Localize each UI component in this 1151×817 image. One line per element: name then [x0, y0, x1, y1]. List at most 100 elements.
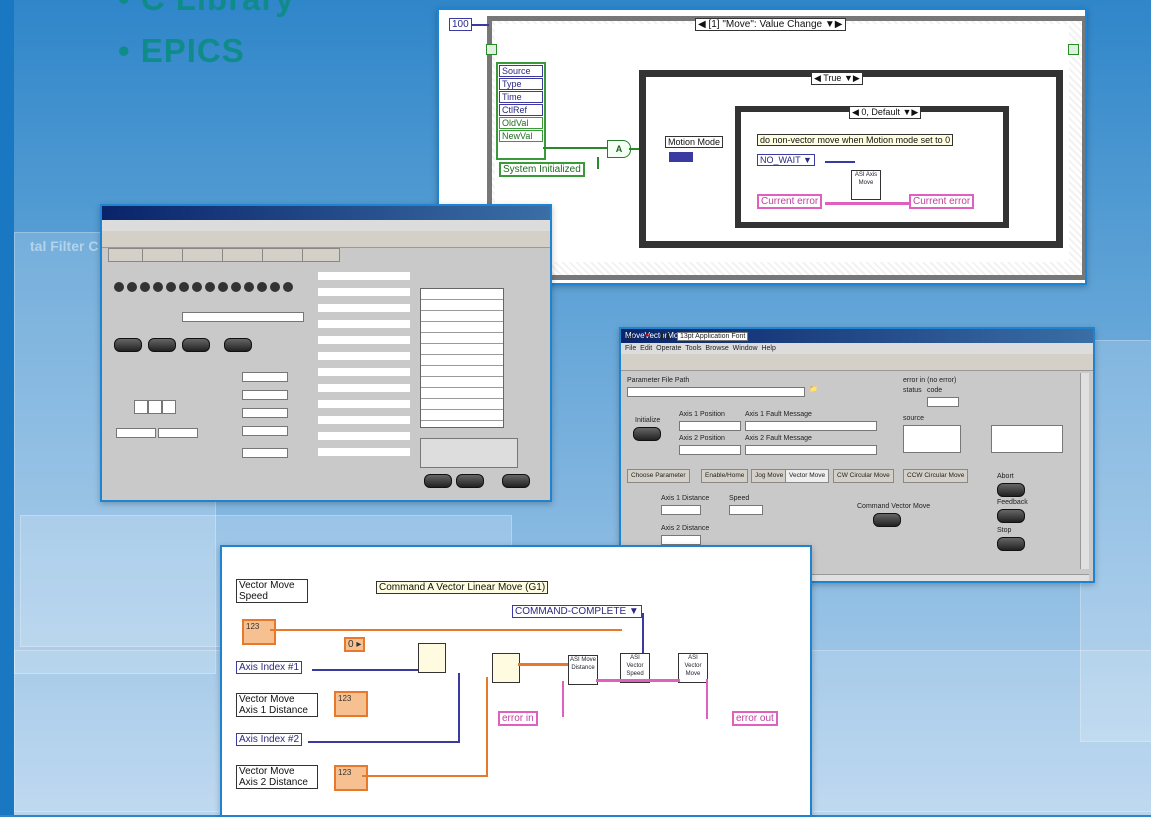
path-field[interactable]	[182, 312, 304, 322]
system-initialized-local: System Initialized	[499, 162, 585, 177]
status-led	[153, 282, 163, 292]
terminal-type: Type	[499, 78, 543, 90]
menu-browse[interactable]: Browse	[705, 345, 728, 352]
wire-dist2-up	[486, 677, 488, 777]
speed-field[interactable]	[729, 505, 763, 515]
wire-and-out	[629, 148, 639, 150]
vertical-scrollbar[interactable]	[1080, 373, 1089, 569]
status-led	[192, 282, 202, 292]
tab-6[interactable]	[302, 248, 340, 262]
axis2-distance-field[interactable]	[661, 535, 701, 545]
left-accent-bar	[0, 0, 14, 815]
numeric-column-area	[318, 272, 410, 460]
numeric-control-icon: 123	[246, 622, 260, 631]
axis1-position-field	[679, 421, 741, 431]
and-gate: A	[607, 140, 631, 158]
stop-button[interactable]	[997, 537, 1025, 551]
menu-file[interactable]: File	[625, 345, 636, 352]
feedback-button[interactable]	[997, 509, 1025, 523]
vector-move-diagram: Vector Move Speed 123 Command A Vector L…	[220, 545, 812, 817]
dropdown-field[interactable]	[242, 408, 288, 418]
menu-operate[interactable]: Operate	[656, 345, 681, 352]
loop-count-constant: 100	[449, 18, 472, 31]
toggle-switch[interactable]	[114, 338, 142, 352]
error-out-source-field	[991, 425, 1063, 453]
motion-mode-label: Motion Mode	[665, 136, 724, 148]
status-led	[140, 282, 150, 292]
panel-button[interactable]	[158, 428, 198, 438]
zero-constant: 0 ▸	[344, 637, 366, 652]
background-window-text: tal Filter C	[30, 238, 99, 254]
true-case-selector: ◀ True ▼▶	[811, 72, 863, 85]
menu-tools[interactable]: Tools	[685, 345, 701, 352]
tab-vector-move[interactable]: Vector Move	[785, 469, 830, 483]
move-distance-vi-icon: ASI Move Distance	[568, 655, 598, 685]
command-vector-move-label: Command Vector Move	[857, 503, 931, 510]
window-titlebar	[102, 206, 550, 220]
abort-button[interactable]	[997, 483, 1025, 497]
error-code-label: code	[927, 387, 943, 394]
abort-icon[interactable]: ●	[645, 332, 649, 339]
menu-edit[interactable]: Edit	[640, 345, 652, 352]
tab-2[interactable]	[142, 248, 184, 262]
initialize-label: Initialize	[635, 417, 661, 424]
terminal-source: Source	[499, 65, 543, 77]
dropdown-field[interactable]	[242, 372, 288, 382]
axis1-distance-terminal: 123	[334, 691, 368, 717]
param-path-field[interactable]	[627, 387, 805, 397]
wire-error-out	[706, 679, 708, 719]
menu-help[interactable]: Help	[761, 345, 775, 352]
toggle-switch[interactable]	[456, 474, 484, 488]
tab-jog-move[interactable]: Jog Move	[751, 469, 788, 483]
tab-ccw-circular-move[interactable]: CCW Circular Move	[903, 469, 969, 483]
menu-window[interactable]: Window	[733, 345, 758, 352]
loop-tunnel-left	[486, 44, 497, 55]
axis1-position-label: Axis 1 Position	[679, 411, 725, 418]
jog-button-center[interactable]	[148, 400, 162, 414]
zero-constant-value: 0	[348, 639, 354, 650]
tab-choose-parameter[interactable]: Choose Parameter	[627, 469, 690, 483]
terminal-time: Time	[499, 91, 543, 103]
tab-enable-home[interactable]: Enable/Home	[701, 469, 749, 483]
tab-3[interactable]	[182, 248, 224, 262]
no-wait-constant: NO_WAIT ▼	[757, 154, 815, 166]
build-array-vi-1	[418, 643, 446, 673]
toggle-switch[interactable]	[182, 338, 210, 352]
toggle-switch[interactable]	[424, 474, 452, 488]
font-selector[interactable]: 13pt Application Font	[677, 332, 749, 341]
jog-button-left[interactable]	[134, 400, 148, 414]
current-error-out: Current error	[909, 194, 975, 209]
numeric-control-icon: 123	[338, 768, 352, 777]
axis2-distance-label: Vector Move Axis 2 Distance	[236, 765, 318, 789]
pause-icon[interactable]: ❚❚	[659, 332, 671, 340]
loop-tunnel-right	[1068, 44, 1079, 55]
status-led	[114, 282, 124, 292]
tab-cw-circular-move[interactable]: CW Circular Move	[833, 469, 894, 483]
initialize-button[interactable]	[633, 427, 661, 441]
tab-4[interactable]	[222, 248, 264, 262]
axis2-position-field	[679, 445, 741, 455]
tab-5[interactable]	[262, 248, 304, 262]
axis1-distance-field[interactable]	[661, 505, 701, 515]
jog-button-right[interactable]	[162, 400, 176, 414]
toggle-switch[interactable]	[502, 474, 530, 488]
error-out-terminal: error out	[732, 711, 778, 726]
stop-label: Stop	[997, 527, 1012, 534]
wire-error-in	[562, 681, 564, 717]
browse-folder-icon[interactable]: 📁	[809, 385, 818, 393]
messages-box	[420, 438, 518, 468]
toggle-switch[interactable]	[224, 338, 252, 352]
default-case-structure	[735, 106, 1009, 228]
dropdown-field[interactable]	[242, 426, 288, 436]
toggle-switch[interactable]	[148, 338, 176, 352]
bullet-c-library: • C Library	[118, 0, 295, 18]
status-led	[205, 282, 215, 292]
run-arrow-icon[interactable]: ⇨	[627, 332, 635, 343]
dropdown-field[interactable]	[242, 448, 288, 458]
panel-button[interactable]	[116, 428, 156, 438]
error-code-field	[927, 397, 959, 407]
command-vector-move-button[interactable]	[873, 513, 901, 527]
tab-1[interactable]	[108, 248, 144, 262]
dropdown-field[interactable]	[242, 390, 288, 400]
speed-numeric-terminal: 123	[242, 619, 276, 645]
